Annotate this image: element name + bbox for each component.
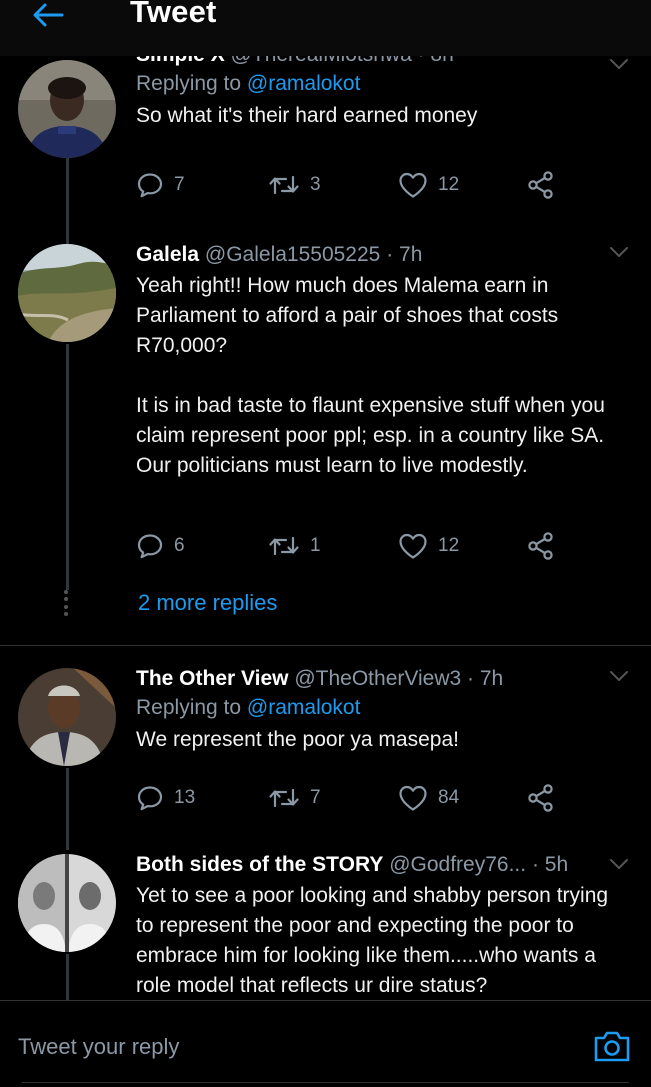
reply-icon [136, 784, 164, 812]
thread-line [66, 344, 69, 590]
avatar[interactable] [18, 854, 116, 952]
like-icon [398, 171, 428, 199]
reply-count: 6 [174, 535, 185, 556]
reply-count: 7 [174, 174, 185, 195]
replying-to: Replying to @ramalokot [136, 70, 631, 98]
timestamp: · 5h [531, 853, 569, 876]
handle[interactable]: @TheOtherView3 [294, 667, 461, 690]
retweet-button[interactable]: 7 [268, 783, 321, 813]
retweet-icon [268, 532, 300, 560]
composer-underline [22, 1082, 629, 1083]
retweet-button[interactable]: 3 [268, 170, 321, 200]
camera-icon [594, 1031, 630, 1062]
display-name[interactable]: The Other View [136, 667, 289, 690]
reply-count: 13 [174, 787, 196, 808]
tweet-text: We represent the poor ya masepa! [136, 728, 459, 751]
avatar[interactable] [18, 668, 116, 766]
tweet-text: Yet to see a poor looking and shabby per… [136, 884, 609, 997]
chevron-down-icon[interactable] [609, 246, 629, 258]
tweet-meta: Both sides of the STORY @Godfrey76... · … [136, 852, 631, 878]
like-button[interactable]: 84 [398, 783, 459, 813]
like-button[interactable]: 12 [398, 531, 459, 561]
share-icon [526, 170, 556, 200]
retweet-button[interactable]: 1 [268, 531, 321, 561]
avatar[interactable] [18, 244, 116, 342]
like-icon [398, 784, 428, 812]
divider [0, 645, 651, 646]
share-icon [526, 531, 556, 561]
like-icon [398, 532, 428, 560]
reply-input[interactable] [0, 1019, 560, 1075]
mention-link[interactable]: @ramalokot [247, 72, 361, 95]
retweet-count: 7 [310, 787, 321, 808]
tweet-text: Yeah right!! How much does Malema earn i… [136, 274, 605, 477]
like-button[interactable]: 12 [398, 170, 459, 200]
reply-composer [0, 1000, 651, 1087]
reply-button[interactable]: 6 [136, 531, 185, 561]
chevron-down-icon[interactable] [609, 670, 629, 682]
share-button[interactable] [526, 170, 556, 200]
like-count: 84 [438, 787, 460, 808]
share-button[interactable] [526, 783, 556, 813]
thread-dots [64, 590, 70, 616]
tweet-actions: 7 3 12 [136, 170, 596, 200]
timestamp: · 7h [386, 243, 423, 266]
camera-button[interactable] [592, 1028, 632, 1064]
more-replies-link[interactable]: 2 more replies [138, 590, 277, 616]
retweet-icon [268, 784, 300, 812]
back-arrow-icon [33, 3, 64, 27]
handle[interactable]: @Godfrey76... [389, 853, 526, 876]
like-count: 12 [438, 535, 460, 556]
reply-feed: Simple X @TherealMlotshwa · 8h Replying … [0, 0, 651, 1000]
display-name[interactable]: Galela [136, 243, 199, 266]
thread-line [66, 954, 69, 1000]
mention-link[interactable]: @ramalokot [247, 696, 361, 719]
tweet-meta: Galela @Galela15505225 · 7h [136, 242, 631, 268]
retweet-count: 3 [310, 174, 321, 195]
like-count: 12 [438, 174, 460, 195]
reply-button[interactable]: 13 [136, 783, 195, 813]
reply-icon [136, 171, 164, 199]
replying-to-label: Replying to [136, 72, 242, 95]
tweet-actions: 6 1 12 [136, 531, 596, 561]
tweet-actions: 13 7 84 [136, 783, 596, 813]
retweet-icon [268, 171, 300, 199]
reply-icon [136, 532, 164, 560]
replying-to-label: Replying to [136, 696, 242, 719]
replying-to: Replying to @ramalokot [136, 694, 631, 722]
avatar[interactable] [18, 60, 116, 158]
thread-line [66, 768, 69, 850]
share-icon [526, 783, 556, 813]
display-name[interactable]: Both sides of the STORY [136, 853, 383, 876]
handle[interactable]: @Galela15505225 [205, 243, 380, 266]
back-button[interactable] [28, 0, 68, 30]
tweet-meta: The Other View @TheOtherView3 · 7h [136, 666, 631, 692]
page-title: Tweet [130, 0, 217, 29]
reply-button[interactable]: 7 [136, 170, 185, 200]
timestamp: · 7h [467, 667, 504, 690]
tweet-text: So what it's their hard earned money [136, 104, 478, 127]
chevron-down-icon[interactable] [609, 858, 629, 870]
chevron-down-icon[interactable] [609, 58, 629, 70]
share-button[interactable] [526, 531, 556, 561]
top-bar: Tweet [0, 0, 651, 56]
retweet-count: 1 [310, 535, 321, 556]
